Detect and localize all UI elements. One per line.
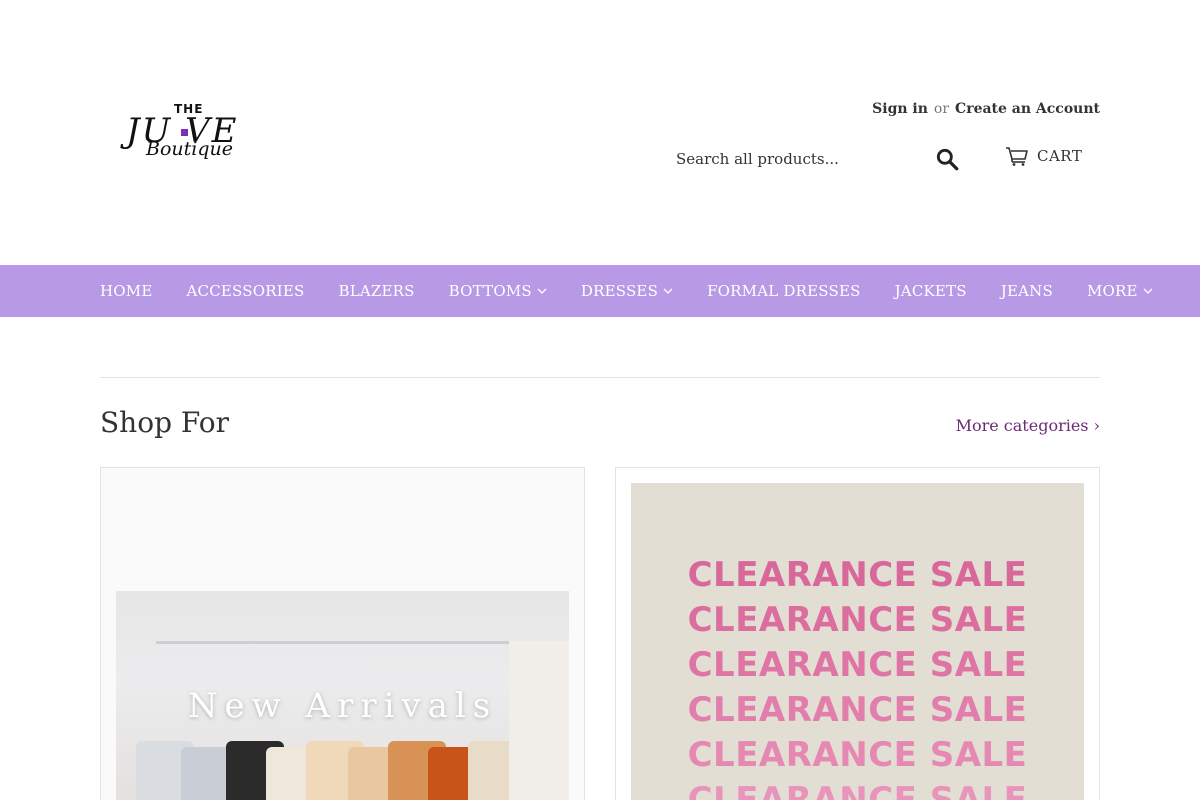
- nav-item-more[interactable]: MORE: [1087, 282, 1153, 300]
- sign-in-link[interactable]: Sign in: [872, 101, 928, 117]
- or-text: or: [933, 101, 950, 117]
- nav-item-accessories[interactable]: ACCESSORIES: [187, 282, 305, 300]
- nav-item-formal-dresses[interactable]: FORMAL DRESSES: [707, 282, 861, 300]
- section-divider: [100, 377, 1100, 378]
- cart-icon: [1006, 147, 1028, 166]
- nav-item-bottoms[interactable]: BOTTOMS: [449, 282, 547, 300]
- nav-item-home[interactable]: HOME: [100, 282, 153, 300]
- nav-item-dresses[interactable]: DRESSES: [581, 282, 673, 300]
- clearance-sale-image: CLEARANCE SALE CLEARANCE SALE CLEARANCE SA…: [631, 483, 1084, 800]
- nav-item-jeans[interactable]: JEANS: [1001, 282, 1053, 300]
- more-categories-link[interactable]: More categories ›: [956, 416, 1100, 435]
- nav-item-label: FORMAL DRESSES: [707, 282, 861, 300]
- chevron-down-icon: [663, 288, 673, 294]
- collection-card-clearance[interactable]: CLEARANCE SALE CLEARANCE SALE CLEARANCE SA…: [615, 467, 1100, 800]
- clearance-sale-text: CLEARANCE SALE: [687, 555, 1028, 595]
- nav-item-jackets[interactable]: JACKETS: [895, 282, 967, 300]
- store-logo[interactable]: THE JU VE Boutique: [122, 100, 252, 172]
- new-arrivals-image: New Arrivals: [116, 591, 569, 800]
- cart-label: CART: [1037, 147, 1083, 165]
- chevron-down-icon: [537, 288, 547, 294]
- nav-item-label: DRESSES: [580, 282, 659, 300]
- collection-card-new-arrivals[interactable]: New Arrivals: [100, 467, 585, 800]
- nav-item-label: JACKETS: [894, 282, 967, 300]
- new-arrivals-overlay-text: New Arrivals: [187, 686, 498, 726]
- main-nav: HOME ACCESSORIES BLAZERS BOTTOMS DRESSES FORM…: [0, 265, 1200, 317]
- nav-list: HOME ACCESSORIES BLAZERS BOTTOMS DRESSES FORM…: [100, 265, 1153, 317]
- create-account-link[interactable]: Create an Account: [955, 101, 1100, 117]
- nav-item-label: BLAZERS: [338, 282, 415, 300]
- clearance-sale-text: CLEARANCE SALE: [687, 690, 1028, 730]
- clearance-sale-text: CLEARANCE SALE: [687, 600, 1028, 640]
- clothing-rail-graphic: [156, 641, 566, 644]
- nav-item-label: MORE: [1086, 282, 1138, 300]
- account-links: Sign in or Create an Account: [872, 101, 1100, 117]
- nav-item-blazers[interactable]: BLAZERS: [338, 282, 414, 300]
- clearance-sale-text: CLEARANCE SALE: [687, 780, 1028, 800]
- nav-item-label: ACCESSORIES: [186, 282, 305, 300]
- clearance-sale-text: CLEARANCE SALE: [687, 735, 1028, 775]
- nav-item-label: HOME: [100, 282, 153, 300]
- clearance-sale-text: CLEARANCE SALE: [687, 645, 1028, 685]
- search-icon: [936, 148, 959, 171]
- chevron-down-icon: [1143, 288, 1153, 294]
- cart-link[interactable]: CART: [1005, 145, 1082, 167]
- section-title: Shop For: [100, 406, 230, 439]
- nav-item-label: JEANS: [1000, 282, 1053, 300]
- nav-item-label: BOTTOMS: [448, 282, 532, 300]
- logo-accent-square: [181, 129, 188, 136]
- logo-script-text: Boutique: [146, 138, 233, 160]
- search-button[interactable]: [934, 146, 960, 172]
- search-form: [664, 140, 962, 178]
- search-input[interactable]: [664, 140, 962, 178]
